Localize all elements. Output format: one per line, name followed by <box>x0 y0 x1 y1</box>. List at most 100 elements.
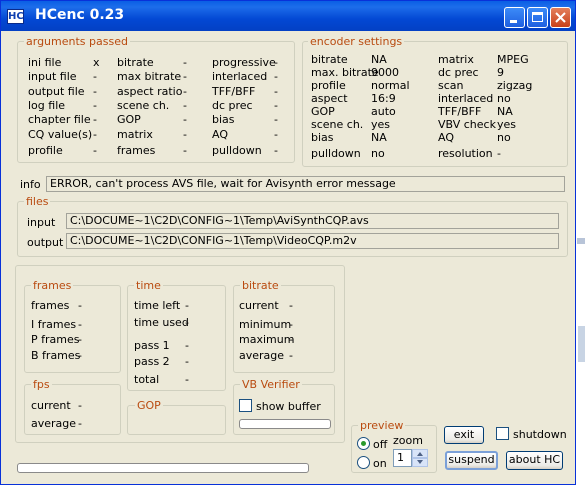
row-label: ini file <box>28 56 62 69</box>
row-label: time left <box>134 299 181 312</box>
row-label: profile <box>311 79 346 92</box>
row-value: 16:9 <box>371 92 396 105</box>
row-label: frames <box>117 144 156 157</box>
row-label: current <box>239 299 279 312</box>
row-value: - <box>183 85 187 98</box>
preview-off-radio[interactable] <box>357 437 370 450</box>
info-label: info <box>20 178 41 191</box>
row-value: - <box>93 70 97 83</box>
minimize-button[interactable] <box>504 7 525 28</box>
row-value: - <box>93 113 97 126</box>
row-value: - <box>78 318 82 331</box>
row-value: no <box>497 131 511 144</box>
row-value: - <box>274 85 278 98</box>
row-label: P frames <box>31 333 80 346</box>
preview-group-label: preview <box>358 419 406 432</box>
row-label: VBV check <box>438 118 496 131</box>
row-value: - <box>183 70 187 83</box>
row-value: - <box>93 144 97 157</box>
maximize-icon <box>532 12 543 22</box>
maximize-button[interactable] <box>527 7 548 28</box>
row-value: zigzag <box>497 79 533 92</box>
zoom-value-field[interactable]: 1 <box>393 449 412 467</box>
arguments-group-label: arguments passed <box>24 35 130 48</box>
row-label: bitrate <box>311 53 348 66</box>
row-label: scene ch. <box>311 118 364 131</box>
row-label: GOP <box>311 105 335 118</box>
row-value: - <box>274 99 278 112</box>
background-window-edge <box>577 238 585 244</box>
row-label: TFF/BFF <box>212 85 256 98</box>
row-label: TFF/BFF <box>438 105 482 118</box>
fps-group-label: fps <box>31 378 52 391</box>
row-label: max bitrate <box>117 70 182 83</box>
row-value: NA <box>371 53 387 66</box>
encoder-settings-group-label: encoder settings <box>308 35 405 48</box>
row-label: GOP <box>117 113 141 126</box>
row-value: - <box>185 339 189 352</box>
row-value: - <box>78 349 82 362</box>
row-label: output file <box>28 85 85 98</box>
row-label: pass 2 <box>134 355 170 368</box>
suspend-button[interactable]: suspend <box>445 451 498 470</box>
show-buffer-checkbox[interactable] <box>239 399 252 412</box>
row-value: - <box>78 299 82 312</box>
row-value: - <box>93 99 97 112</box>
hc-app-icon[interactable]: HC <box>7 9 24 24</box>
row-label: aspect ratio <box>117 85 183 98</box>
close-icon <box>555 12 566 23</box>
row-label: minimum <box>239 318 292 331</box>
row-label: dc prec <box>438 66 479 79</box>
row-label: interlaced <box>438 92 494 105</box>
row-label: bias <box>311 131 334 144</box>
row-label: matrix <box>117 128 153 141</box>
preview-on-radio[interactable] <box>357 456 370 469</box>
output-file-field[interactable]: C:\DOCUME~1\C2D\CONFIG~1\Temp\VideoCQP.m… <box>66 233 559 249</box>
zoom-up-button[interactable] <box>412 449 428 458</box>
input-file-field[interactable]: C:\DOCUME~1\C2D\CONFIG~1\Temp\AviSynthCQ… <box>66 213 559 229</box>
about-button[interactable]: about HC <box>506 451 563 470</box>
up-arrow-icon <box>417 452 423 456</box>
row-value: no <box>497 92 511 105</box>
preview-off-label[interactable]: off <box>373 438 387 451</box>
row-value: yes <box>371 118 391 131</box>
row-value: - <box>274 144 278 157</box>
row-value: - <box>289 318 293 331</box>
shutdown-label[interactable]: shutdown <box>513 428 567 441</box>
row-value: - <box>185 316 189 329</box>
row-label: resolution <box>438 147 493 160</box>
title-bar[interactable]: HC HCenc 0.23 <box>1 1 575 31</box>
bitrate-group-label: bitrate <box>240 279 281 292</box>
show-buffer-label[interactable]: show buffer <box>256 400 321 413</box>
row-value: auto <box>371 105 396 118</box>
row-value: - <box>93 85 97 98</box>
exit-button[interactable]: exit <box>444 426 484 444</box>
row-value: - <box>93 128 97 141</box>
row-value: - <box>183 56 187 69</box>
row-value: - <box>183 128 187 141</box>
close-button[interactable] <box>550 7 571 28</box>
gop-group-label: GOP <box>135 399 163 412</box>
row-value: - <box>185 299 189 312</box>
row-label: interlaced <box>212 70 268 83</box>
row-label: maximum <box>239 333 295 346</box>
row-value: - <box>274 70 278 83</box>
preview-on-label[interactable]: on <box>373 457 387 470</box>
zoom-down-button[interactable] <box>412 458 428 467</box>
output-file-label: output <box>27 236 64 249</box>
row-value: 9000 <box>371 66 399 79</box>
shutdown-checkbox[interactable] <box>496 427 509 440</box>
minimize-icon <box>510 20 517 23</box>
row-label: time used <box>134 316 189 329</box>
files-group-label: files <box>24 195 51 208</box>
row-label: max. bitrate <box>311 66 379 79</box>
row-label: I frames <box>31 318 77 331</box>
row-value: - <box>183 113 187 126</box>
vbv-buffer-bar <box>239 419 331 429</box>
down-arrow-icon <box>417 460 423 464</box>
input-file-label: input <box>27 216 56 229</box>
zoom-label: zoom <box>393 434 423 447</box>
row-label: average <box>239 349 285 362</box>
zoom-spinner[interactable]: 1 <box>393 449 429 467</box>
row-label: CQ value(s) <box>28 128 93 141</box>
